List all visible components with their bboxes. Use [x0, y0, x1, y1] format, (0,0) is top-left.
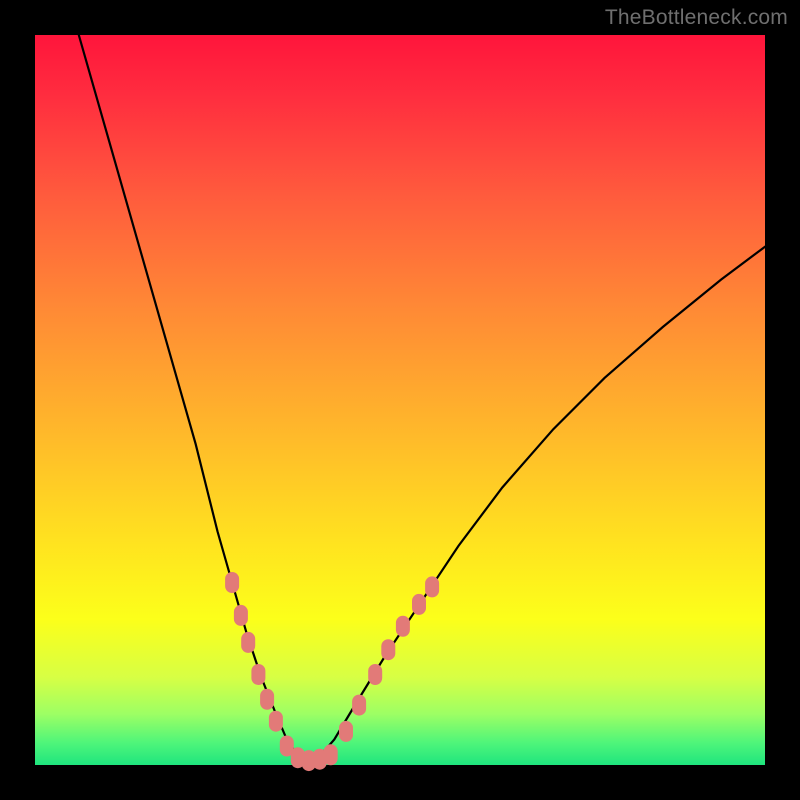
- highlight-dot: [269, 711, 283, 732]
- highlight-dot: [339, 721, 353, 742]
- watermark-text: TheBottleneck.com: [605, 6, 788, 30]
- highlight-dot: [251, 664, 265, 685]
- highlight-dot: [234, 605, 248, 626]
- chart-frame: TheBottleneck.com: [0, 0, 800, 800]
- highlight-dot: [381, 639, 395, 660]
- highlight-dot: [324, 744, 338, 765]
- chart-overlay: [35, 35, 765, 765]
- highlight-dot: [241, 632, 255, 653]
- highlight-dot: [425, 576, 439, 597]
- highlight-dot: [368, 664, 382, 685]
- bottleneck-curve: [79, 35, 765, 761]
- highlight-dot: [352, 695, 366, 716]
- highlight-dot: [412, 594, 426, 615]
- highlight-dot: [225, 572, 239, 593]
- highlight-dot: [396, 616, 410, 637]
- highlight-dot: [260, 689, 274, 710]
